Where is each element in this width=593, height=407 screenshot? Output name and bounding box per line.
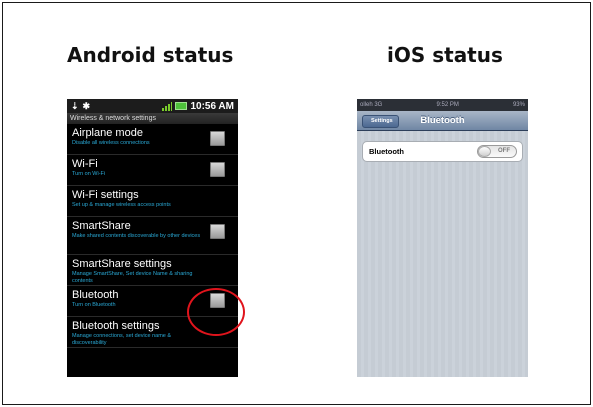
ios-clock: 9:52 PM — [436, 102, 459, 108]
setting-airplane-mode[interactable]: Airplane mode Disable all wireless conne… — [67, 124, 238, 155]
setting-subtitle: Manage SmartShare, Set device Name & sha… — [72, 271, 193, 284]
setting-title: Wi-Fi settings — [72, 189, 139, 201]
toggle-state: OFF — [498, 148, 510, 154]
setting-subtitle: Make shared contents discoverable by oth… — [72, 233, 201, 239]
android-subheader: Wireless & network settings — [67, 113, 238, 124]
ios-status-heading: iOS status — [387, 43, 503, 67]
setting-wifi[interactable]: Wi-Fi Turn on Wi-Fi — [67, 155, 238, 186]
setting-smartshare-settings[interactable]: SmartShare settings Manage SmartShare, S… — [67, 255, 238, 286]
setting-subtitle: Turn on Bluetooth — [72, 302, 116, 308]
setting-subtitle: Set up & manage wireless access points — [72, 202, 171, 208]
smartshare-checkbox[interactable] — [210, 224, 225, 239]
ios-nav-title: Bluetooth — [420, 115, 465, 126]
wifi-checkbox[interactable] — [210, 162, 225, 177]
usb-icon: ⇣ — [71, 100, 79, 111]
bluetooth-highlight-circle — [187, 288, 245, 336]
ios-carrier: olleh 3G — [360, 102, 383, 108]
android-icon: ✱ — [82, 100, 91, 111]
setting-subtitle: Manage connections, set device name & di… — [72, 333, 172, 346]
setting-smartshare[interactable]: SmartShare Make shared contents discover… — [67, 217, 238, 255]
bluetooth-toggle[interactable]: OFF — [477, 145, 517, 158]
ios-battery: 93% — [512, 102, 525, 108]
ios-bluetooth-screen: olleh 3G 9:52 PM 93% Settings Bluetooth … — [357, 99, 528, 377]
battery-icon — [175, 102, 188, 110]
setting-subtitle: Disable all wireless connections — [72, 140, 150, 146]
ios-navigation-bar: Settings Bluetooth — [357, 111, 528, 131]
android-clock: 10:56 AM — [190, 100, 234, 112]
signal-icon — [162, 101, 173, 111]
bluetooth-cell-label: Bluetooth — [369, 147, 404, 156]
bluetooth-cell: Bluetooth OFF — [362, 141, 523, 162]
setting-subtitle: Turn on Wi-Fi — [72, 171, 106, 177]
ios-status-bar: olleh 3G 9:52 PM 93% — [357, 99, 528, 111]
setting-wifi-settings[interactable]: Wi-Fi settings Set up & manage wireless … — [67, 186, 238, 217]
toggle-knob — [478, 146, 491, 157]
android-status-bar: ⇣ ✱ 10:56 AM — [67, 99, 238, 113]
android-status-heading: Android status — [67, 43, 234, 67]
slide-frame: Android status iOS status ⇣ ✱ 10:56 AM W… — [2, 2, 591, 405]
airplane-mode-checkbox[interactable] — [210, 131, 225, 146]
setting-title: SmartShare settings — [72, 258, 172, 270]
